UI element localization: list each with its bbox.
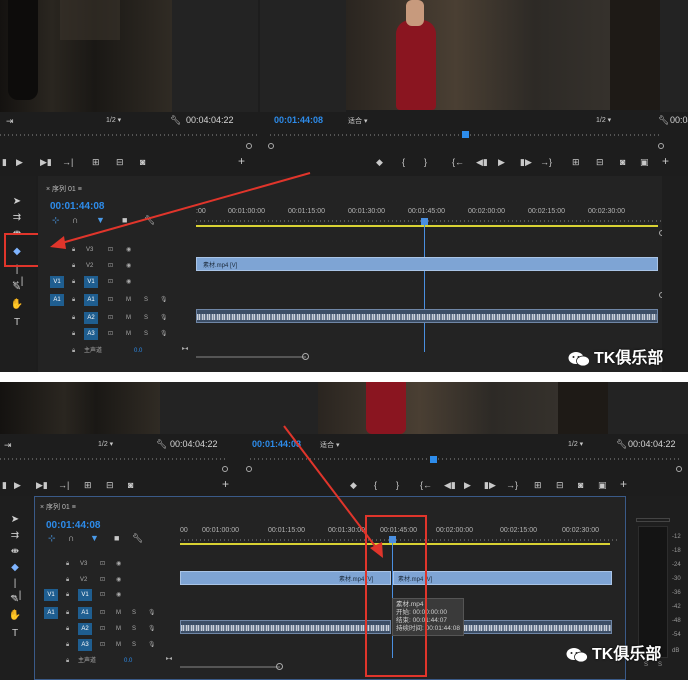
bottom-screenshot: ⇥ 1/2 ▾ 🔧︎ 00:04:04:22 00:01:44:08 适合 ▾ … — [0, 382, 688, 680]
annotation-arrow — [50, 172, 311, 249]
annotation-arrow — [283, 425, 383, 558]
top-screenshot: ⇥ 1/2 ▾ 🔧︎ 00:04:04:22 00:01:44:08 适合 ▾ … — [0, 0, 688, 372]
